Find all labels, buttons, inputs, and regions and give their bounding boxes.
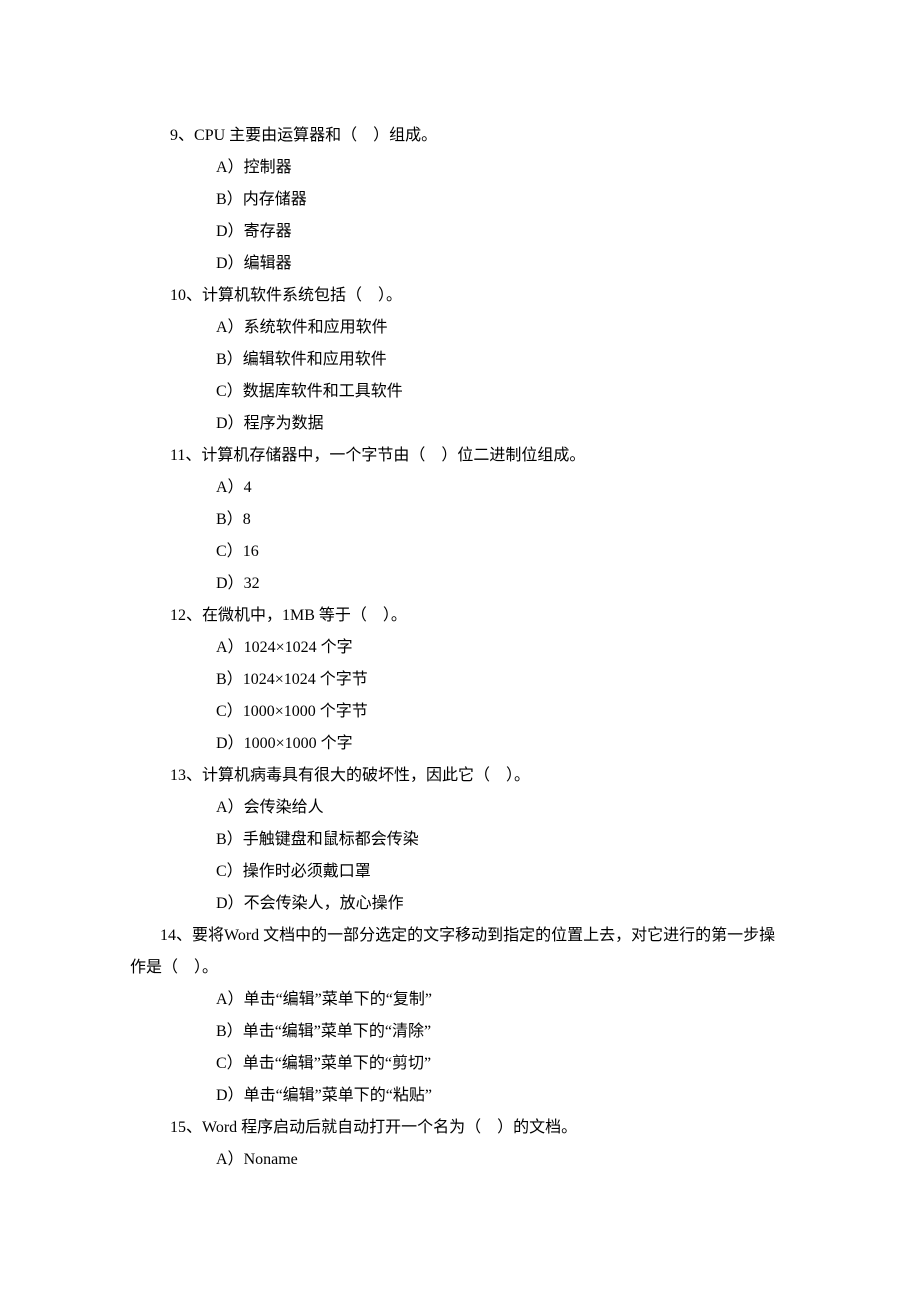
option-text: 单击“编辑”菜单下的“清除” [243, 1023, 431, 1040]
option-label: A） [216, 159, 244, 176]
option: D）程序为数据 [0, 408, 920, 440]
option-label: B） [216, 511, 243, 528]
option-text: 内存储器 [243, 191, 307, 208]
option-text: 8 [243, 511, 251, 528]
question-stem: 9、CPU 主要由运算器和（ ）组成。 [0, 120, 920, 152]
option-label: D） [216, 223, 244, 240]
option-label: A） [216, 319, 244, 336]
option-text: 1024×1024 个字节 [243, 671, 368, 688]
question-stem: 11、计算机存储器中，一个字节由（ ）位二进制位组成。 [0, 440, 920, 472]
question-stem: 10、计算机软件系统包括（ ）。 [0, 280, 920, 312]
option: B）内存储器 [0, 184, 920, 216]
option: D）32 [0, 568, 920, 600]
option: A）会传染给人 [0, 792, 920, 824]
question-number: 15、 [170, 1119, 202, 1136]
option-label: A） [216, 799, 244, 816]
option-label: B） [216, 831, 243, 848]
option-label: C） [216, 383, 243, 400]
option: C）单击“编辑”菜单下的“剪切” [0, 1048, 920, 1080]
question-text: 计算机软件系统包括（ ）。 [202, 287, 402, 304]
option: B）1024×1024 个字节 [0, 664, 920, 696]
option-label: A） [216, 479, 244, 496]
option: C）数据库软件和工具软件 [0, 376, 920, 408]
option-label: C） [216, 863, 243, 880]
option-text: 1000×1000 个字节 [243, 703, 368, 720]
question-stem: 13、计算机病毒具有很大的破坏性，因此它（ ）。 [0, 760, 920, 792]
option: B）编辑软件和应用软件 [0, 344, 920, 376]
option: B）单击“编辑”菜单下的“清除” [0, 1016, 920, 1048]
option-text: Noname [244, 1151, 298, 1168]
option-text: 1024×1024 个字 [244, 639, 353, 656]
question-number: 9、 [170, 127, 194, 144]
option-text: 数据库软件和工具软件 [243, 383, 403, 400]
option-label: C） [216, 1055, 243, 1072]
question-text: 计算机病毒具有很大的破坏性，因此它（ ）。 [202, 767, 530, 784]
option: A）1024×1024 个字 [0, 632, 920, 664]
option-text: 编辑器 [244, 255, 292, 272]
option: A）系统软件和应用软件 [0, 312, 920, 344]
option-label: A） [216, 1151, 244, 1168]
question-text: CPU 主要由运算器和（ ）组成。 [194, 127, 437, 144]
option-label: D） [216, 895, 244, 912]
question-text: 计算机存储器中，一个字节由（ ）位二进制位组成。 [201, 447, 585, 464]
option: C）16 [0, 536, 920, 568]
option: A）4 [0, 472, 920, 504]
question-text: 在微机中，1MB 等于（ ）。 [202, 607, 407, 624]
option: C）1000×1000 个字节 [0, 696, 920, 728]
option-label: D） [216, 1087, 244, 1104]
question-stem: 14、要将Word 文档中的一部分选定的文字移动到指定的位置上去，对它进行的第一… [0, 920, 920, 984]
option-label: D） [216, 255, 244, 272]
option: D）寄存器 [0, 216, 920, 248]
option-text: 4 [244, 479, 252, 496]
option-text: 控制器 [244, 159, 292, 176]
option-text: 不会传染人，放心操作 [244, 895, 404, 912]
option: D）单击“编辑”菜单下的“粘贴” [0, 1080, 920, 1112]
option-text: 单击“编辑”菜单下的“粘贴” [244, 1087, 432, 1104]
option: B）手触键盘和鼠标都会传染 [0, 824, 920, 856]
option-label: D） [216, 415, 244, 432]
question-text: 要将Word 文档中的一部分选定的文字移动到指定的位置上去，对它进行的第一步操作… [130, 927, 775, 976]
option-text: 手触键盘和鼠标都会传染 [243, 831, 419, 848]
question-number: 11、 [170, 447, 201, 464]
question-number: 14、 [160, 927, 192, 944]
option-text: 32 [244, 575, 260, 592]
option: A）单击“编辑”菜单下的“复制” [0, 984, 920, 1016]
option: D）1000×1000 个字 [0, 728, 920, 760]
option-label: C） [216, 703, 243, 720]
option-text: 程序为数据 [244, 415, 324, 432]
option: B）8 [0, 504, 920, 536]
option: A）Noname [0, 1144, 920, 1176]
document-page: 9、CPU 主要由运算器和（ ）组成。 A）控制器 B）内存储器 D）寄存器 D… [0, 0, 920, 1303]
option-label: B） [216, 351, 243, 368]
option-text: 1000×1000 个字 [244, 735, 353, 752]
option-text: 寄存器 [244, 223, 292, 240]
option-text: 单击“编辑”菜单下的“剪切” [243, 1055, 431, 1072]
question-number: 12、 [170, 607, 202, 624]
option-text: 单击“编辑”菜单下的“复制” [244, 991, 432, 1008]
option-label: C） [216, 543, 243, 560]
option-text: 编辑软件和应用软件 [243, 351, 387, 368]
option: C）操作时必须戴口罩 [0, 856, 920, 888]
question-number: 13、 [170, 767, 202, 784]
question-text: Word 程序启动后就自动打开一个名为（ ）的文档。 [202, 1119, 577, 1136]
question-stem: 12、在微机中，1MB 等于（ ）。 [0, 600, 920, 632]
option-text: 16 [243, 543, 259, 560]
option-label: A） [216, 639, 244, 656]
option-label: D） [216, 735, 244, 752]
option-text: 会传染给人 [244, 799, 324, 816]
option-text: 操作时必须戴口罩 [243, 863, 371, 880]
question-number: 10、 [170, 287, 202, 304]
question-stem: 15、Word 程序启动后就自动打开一个名为（ ）的文档。 [0, 1112, 920, 1144]
option-label: B） [216, 1023, 243, 1040]
option: D）不会传染人，放心操作 [0, 888, 920, 920]
option-label: D） [216, 575, 244, 592]
option-label: A） [216, 991, 244, 1008]
option: D）编辑器 [0, 248, 920, 280]
option-text: 系统软件和应用软件 [244, 319, 388, 336]
option: A）控制器 [0, 152, 920, 184]
option-label: B） [216, 671, 243, 688]
option-label: B） [216, 191, 243, 208]
